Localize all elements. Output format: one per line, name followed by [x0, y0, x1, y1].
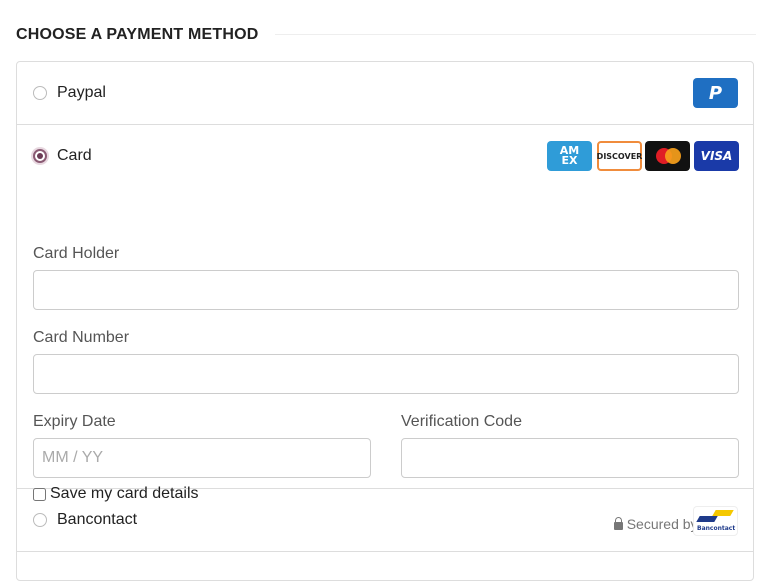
- bancontact-logo-text: Bancontact: [697, 525, 736, 532]
- page-title: CHOOSE A PAYMENT METHOD: [16, 26, 259, 43]
- visa-logo-icon: VISA: [694, 141, 739, 171]
- visa-logo-text: VISA: [700, 149, 733, 163]
- paypal-logo-icon: P: [693, 78, 738, 108]
- card-label: Card: [57, 147, 92, 164]
- verification-code-label: Verification Code: [401, 413, 522, 430]
- expiry-date-input[interactable]: [33, 438, 371, 478]
- bancontact-label: Bancontact: [57, 511, 138, 528]
- bancontact-yellow-shape: [712, 510, 734, 516]
- paypal-label: Paypal: [57, 84, 106, 101]
- card-holder-label: Card Holder: [33, 245, 120, 262]
- bancontact-blue-shape: [696, 516, 718, 522]
- heading-divider: [274, 33, 756, 35]
- amex-logo-icon: AM EX: [547, 141, 592, 171]
- payment-methods-list: Paypal P Card AM EX DISCOVER VISA Card H…: [16, 61, 754, 581]
- discover-logo-icon: DISCOVER: [597, 141, 642, 171]
- section-header: CHOOSE A PAYMENT METHOD: [16, 22, 756, 48]
- card-holder-input[interactable]: [33, 270, 739, 310]
- payment-option-card[interactable]: Card AM EX DISCOVER VISA Card Holder Car…: [17, 125, 753, 532]
- payment-option-paypal[interactable]: Paypal P: [17, 62, 753, 125]
- paypal-logo-glyph: P: [708, 82, 723, 104]
- discover-logo-text: DISCOVER: [596, 151, 643, 161]
- payment-option-bancontact[interactable]: Bancontact Bancontact: [17, 489, 753, 552]
- mastercard-orange-circle: [665, 148, 681, 164]
- bancontact-radio[interactable]: [33, 513, 47, 527]
- bancontact-logo-icon: Bancontact: [693, 506, 738, 536]
- card-radio[interactable]: [33, 149, 47, 163]
- expiry-date-label: Expiry Date: [33, 413, 116, 430]
- card-number-label: Card Number: [33, 329, 130, 346]
- amex-logo-text: AM EX: [559, 144, 580, 167]
- verification-code-input[interactable]: [401, 438, 739, 478]
- card-number-input[interactable]: [33, 354, 739, 394]
- mastercard-logo-icon: [645, 141, 690, 171]
- paypal-radio[interactable]: [33, 86, 47, 100]
